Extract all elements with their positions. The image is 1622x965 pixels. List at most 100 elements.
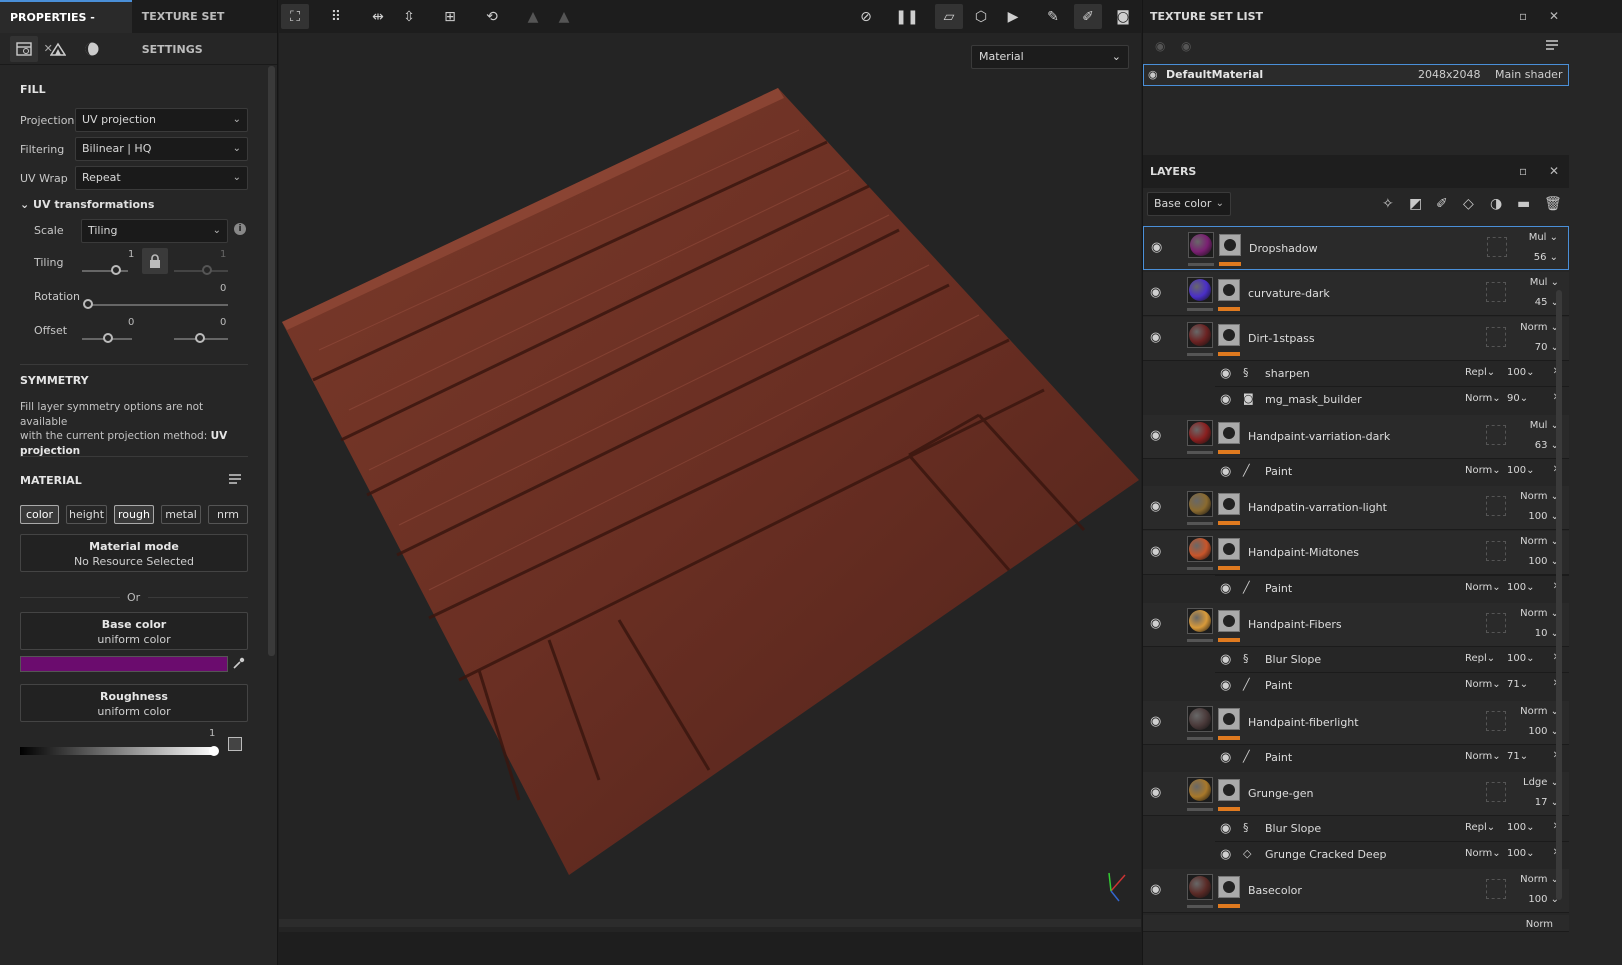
layer-thumbnail[interactable] <box>1187 874 1213 900</box>
channel-chip-rough[interactable]: rough <box>114 505 154 524</box>
opacity[interactable]: 100 ⌄ <box>1528 556 1559 567</box>
layer-settings-icon[interactable] <box>10 35 38 62</box>
material-icon[interactable]: ◑ <box>1490 196 1502 212</box>
effect-row[interactable]: ◉╱PaintNorm⌄71⌄✕ <box>1215 744 1569 770</box>
add-mask-icon[interactable]: ◩ <box>1409 196 1422 212</box>
viewport[interactable]: ⛶ ⠿ ⇹ ⇳ ⊞ ⟲ ▲ ▲ ⊘ ❚❚ ▱ ⬡ ▶ ✎ ✐ ◙ Materia… <box>279 0 1141 932</box>
opacity[interactable]: 100⌄ <box>1507 822 1534 833</box>
base-color-button[interactable]: Base color uniform color <box>20 612 248 650</box>
mountain-icon[interactable] <box>44 36 72 62</box>
layer-name[interactable]: Handpaint-fiberlight <box>1248 716 1359 729</box>
mask-thumbnail[interactable] <box>1218 324 1240 346</box>
maximize-icon[interactable]: ▫ <box>1519 0 1527 33</box>
eye-icon[interactable]: ◉ <box>1150 428 1161 443</box>
eye-icon[interactable]: ◉ <box>1148 65 1158 85</box>
layer-name[interactable]: Dirt-1stpass <box>1248 332 1315 345</box>
effect-row[interactable]: ◉§sharpenRepl⌄100⌄✕ <box>1215 360 1569 386</box>
opacity[interactable]: 100⌄ <box>1507 848 1534 859</box>
layer-thumbnail[interactable] <box>1187 322 1213 348</box>
tiling-slider-2[interactable] <box>174 270 228 272</box>
effect-row[interactable]: ◉◇Grunge Cracked DeepNorm⌄100⌄✕ <box>1215 841 1569 867</box>
opacity[interactable]: 71⌄ <box>1507 751 1528 762</box>
eye-icon[interactable]: ◉ <box>1150 616 1161 631</box>
effect-row[interactable]: ◉╱PaintNorm⌄71⌄✕ <box>1215 672 1569 698</box>
tiling-slider-1[interactable] <box>82 270 128 272</box>
blend-mode[interactable]: Repl⌄ <box>1465 367 1495 378</box>
opacity[interactable]: 100⌄ <box>1507 367 1534 378</box>
mask-thumbnail[interactable] <box>1218 708 1240 730</box>
eye-icon[interactable]: ◉ <box>1220 652 1231 667</box>
uvwrap-dropdown[interactable]: Repeat ⌄ <box>75 166 248 190</box>
blend-mode[interactable]: Norm ⌄ <box>1520 536 1559 547</box>
eye-icon[interactable]: ◉ <box>1181 39 1191 53</box>
blend-mode[interactable]: Norm ⌄ <box>1520 874 1559 885</box>
close-icon[interactable]: ✕ <box>1549 155 1559 188</box>
offset-slider-1-knob[interactable] <box>103 333 113 343</box>
blend-mode[interactable]: Mul ⌄ <box>1529 232 1558 243</box>
blend-mode[interactable]: Norm ⌄ <box>1520 706 1559 717</box>
layer-row[interactable]: ◉ Basecolor Norm ⌄ 100 ⌄ <box>1143 869 1569 913</box>
random-seed-icon[interactable] <box>228 737 242 751</box>
opacity[interactable]: 90⌄ <box>1507 393 1528 404</box>
effect-row[interactable]: ◉╱PaintNorm⌄100⌄✕ <box>1215 458 1569 484</box>
menu-list-icon[interactable] <box>1545 38 1559 55</box>
brush-icon[interactable]: ✐ <box>1436 196 1448 212</box>
effect-row[interactable]: ◉╱PaintNorm⌄100⌄✕ <box>1215 575 1569 601</box>
fill-bucket-icon[interactable]: ◇ <box>1463 196 1474 212</box>
layer-name[interactable]: Basecolor <box>1248 884 1302 897</box>
eye-icon[interactable]: ◉ <box>1150 882 1161 897</box>
layer-thumbnail[interactable] <box>1187 706 1213 732</box>
blend-mode[interactable]: Ldge ⌄ <box>1523 777 1559 788</box>
offset-slider-2-knob[interactable] <box>195 333 205 343</box>
layer-row[interactable]: ◉ curvature-dark Mul ⌄ 45 ⌄ <box>1143 272 1569 316</box>
mask-thumbnail[interactable] <box>1218 279 1240 301</box>
blend-mode[interactable]: Norm⌄ <box>1465 582 1501 593</box>
maximize-icon[interactable]: ▫ <box>1519 155 1527 188</box>
blend-mode[interactable]: Repl⌄ <box>1465 822 1495 833</box>
blend-mode[interactable]: Mul ⌄ <box>1530 277 1559 288</box>
filtering-dropdown[interactable]: Bilinear | HQ ⌄ <box>75 137 248 161</box>
rotation-slider-knob[interactable] <box>83 299 93 309</box>
viewport-horizontal-scrollbar[interactable] <box>279 919 1141 927</box>
eye-icon[interactable]: ◉ <box>1220 392 1231 407</box>
close-icon[interactable]: ✕ <box>1549 0 1559 33</box>
layer-thumbnail[interactable] <box>1187 536 1213 562</box>
folder-icon[interactable]: ▬ <box>1517 196 1530 212</box>
roughness-slider[interactable] <box>20 747 216 755</box>
mask-thumbnail[interactable] <box>1218 876 1240 898</box>
info-icon[interactable]: i <box>234 223 246 235</box>
rotation-slider[interactable] <box>84 304 228 306</box>
opacity[interactable]: 71⌄ <box>1507 679 1528 690</box>
tab-texture-set-settings[interactable]: TEXTURE SET SETTINGS <box>132 0 277 56</box>
trash-icon[interactable]: 🗑 <box>1544 196 1562 212</box>
layer-thumbnail[interactable] <box>1187 777 1213 803</box>
mask-thumbnail[interactable] <box>1219 234 1241 256</box>
blend-mode[interactable]: Repl⌄ <box>1465 653 1495 664</box>
eye-icon[interactable]: ◉ <box>1150 544 1161 559</box>
layer-thumbnail[interactable] <box>1187 491 1213 517</box>
eye-icon[interactable]: ◉ <box>1220 847 1231 862</box>
blend-mode[interactable]: Norm ⌄ <box>1520 491 1559 502</box>
layer-row[interactable]: ◉ Handpaint-varriation-dark Mul ⌄ 63 ⌄ <box>1143 415 1569 459</box>
layer-name[interactable]: Handpaint-Fibers <box>1248 618 1342 631</box>
layer-name[interactable]: Handpatin-varration-light <box>1248 501 1387 514</box>
layer-row[interactable]: ◉ Dirt-1stpass Norm ⌄ 70 ⌄ <box>1143 317 1569 361</box>
layer-row[interactable]: ◉ Dropshadow Mul ⌄ 56 ⌄ <box>1143 226 1569 270</box>
layer-thumbnail[interactable] <box>1187 608 1213 634</box>
scale-dropdown[interactable]: Tiling ⌄ <box>81 219 228 243</box>
opacity[interactable]: 100⌄ <box>1507 465 1534 476</box>
channel-chip-color[interactable]: color <box>20 505 59 524</box>
opacity[interactable]: 100 ⌄ <box>1528 894 1559 905</box>
blend-mode[interactable]: Norm ⌄ <box>1520 322 1559 333</box>
eye-icon[interactable]: ◉ <box>1150 714 1161 729</box>
eye-icon[interactable]: ◉ <box>1220 678 1231 693</box>
opacity[interactable]: 100⌄ <box>1507 582 1534 593</box>
layer-thumbnail[interactable] <box>1188 232 1214 258</box>
blend-mode[interactable]: Norm⌄ <box>1465 393 1501 404</box>
material-mode-button[interactable]: Material mode No Resource Selected <box>20 534 248 572</box>
layer-name[interactable]: Handpaint-varriation-dark <box>1248 430 1390 443</box>
effect-row[interactable]: ◉§Blur SlopeRepl⌄100⌄✕ <box>1215 815 1569 841</box>
mask-thumbnail[interactable] <box>1218 779 1240 801</box>
layer-thumbnail[interactable] <box>1187 420 1213 446</box>
channel-chip-nrm[interactable]: nrm <box>208 505 248 524</box>
